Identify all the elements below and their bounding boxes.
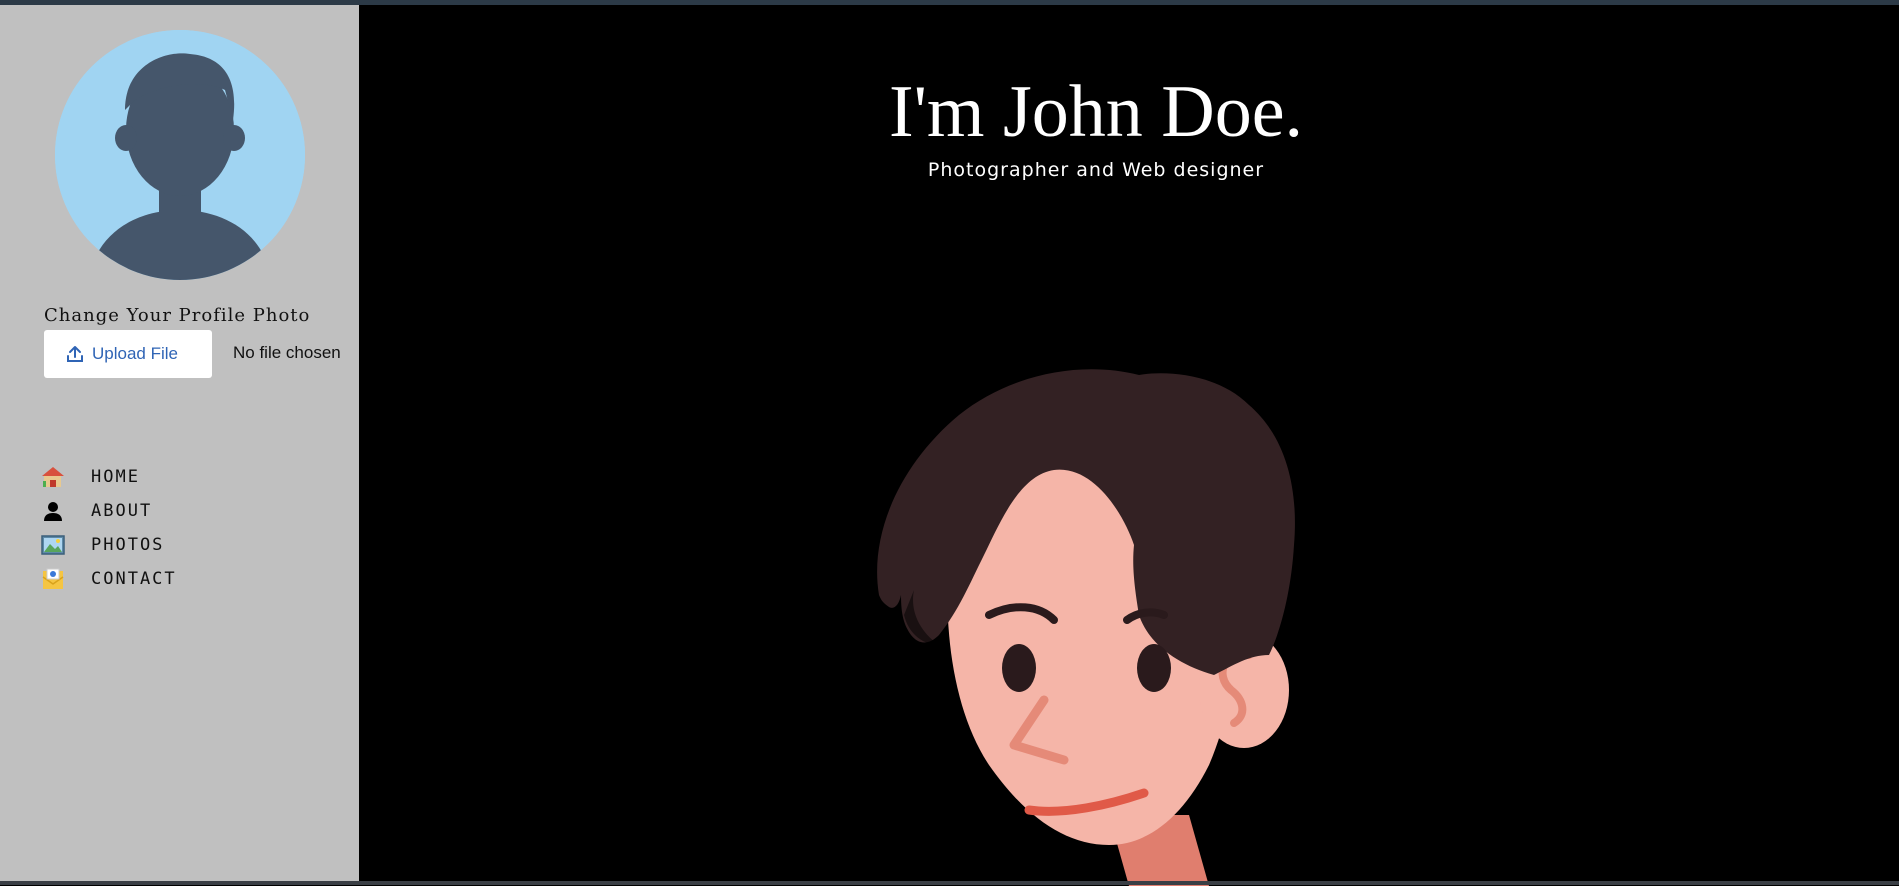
nav-item-home[interactable]: HOME xyxy=(40,460,177,494)
nav-item-about[interactable]: ABOUT xyxy=(40,494,177,528)
nav-label-home: HOME xyxy=(91,467,140,487)
nav-label-contact: CONTACT xyxy=(91,569,177,589)
sidebar-nav: HOME ABOUT PHOTOS CONTACT xyxy=(40,460,177,596)
change-photo-label: Change Your Profile Photo xyxy=(44,305,311,326)
cartoon-face-illustration xyxy=(877,369,1295,886)
upload-icon xyxy=(67,346,83,362)
nav-item-photos[interactable]: PHOTOS xyxy=(40,528,177,562)
nav-item-contact[interactable]: CONTACT xyxy=(40,562,177,596)
envelope-icon xyxy=(40,566,66,592)
main-content: I'm John Doe. Photographer and Web desig… xyxy=(359,5,1899,886)
file-status-text: No file chosen xyxy=(233,343,341,362)
upload-file-label: Upload File xyxy=(92,344,178,363)
sidebar: Change Your Profile Photo Upload File No… xyxy=(0,5,359,881)
picture-icon xyxy=(40,532,66,558)
window-bottom-bar xyxy=(0,881,1899,885)
house-icon xyxy=(40,464,66,490)
avatar-silhouette-icon xyxy=(55,30,305,280)
upload-file-button[interactable]: Upload File xyxy=(44,330,212,378)
nav-label-photos: PHOTOS xyxy=(91,535,165,555)
hero-title: I'm John Doe. xyxy=(888,71,1304,153)
hero-subtitle: Photographer and Web designer xyxy=(927,159,1265,181)
profile-avatar xyxy=(55,30,305,280)
nav-label-about: ABOUT xyxy=(91,501,153,521)
person-icon xyxy=(40,498,66,524)
